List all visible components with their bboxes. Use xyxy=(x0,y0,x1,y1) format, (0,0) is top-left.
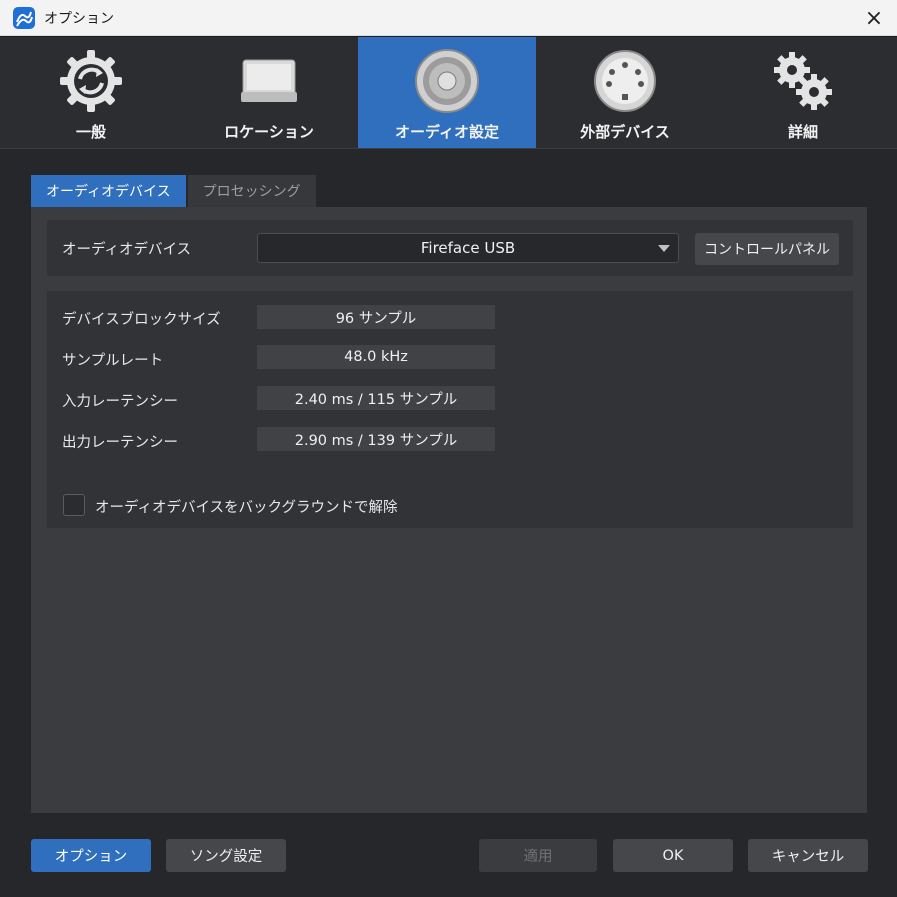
category-audio-settings[interactable]: オーディオ設定 xyxy=(358,37,536,148)
cancel-button[interactable]: キャンセル xyxy=(748,839,868,872)
close-icon: × xyxy=(864,5,884,31)
device-select[interactable]: Fireface USB xyxy=(257,233,679,263)
drive-icon xyxy=(233,47,305,115)
background-release-checkbox[interactable] xyxy=(63,494,85,516)
category-general[interactable]: 一般 xyxy=(2,37,180,148)
sample-rate-value: 48.0 kHz xyxy=(257,345,495,369)
category-bar: 一般 ロケーション オーディオ設定 外部デバイス 詳細 xyxy=(0,37,897,148)
category-label: 詳細 xyxy=(787,123,818,141)
category-locations[interactable]: ロケーション xyxy=(180,37,358,148)
chevron-down-icon xyxy=(658,245,670,252)
apply-button[interactable]: 適用 xyxy=(479,839,597,872)
output-latency-label: 出力レーテンシー xyxy=(62,435,178,451)
speaker-icon xyxy=(411,47,483,115)
device-info-panel: デバイスブロックサイズ 96 サンプル サンプルレート 48.0 kHz 入力レ… xyxy=(47,291,853,528)
background-release-label[interactable]: オーディオデバイスをバックグラウンドで解除 xyxy=(95,496,397,517)
refresh-gear-icon xyxy=(55,47,127,115)
category-advanced[interactable]: 詳細 xyxy=(714,37,892,148)
tab-audio-device[interactable]: オーディオデバイス xyxy=(31,175,186,207)
title-bar: オプション × xyxy=(0,0,897,36)
block-size-label: デバイスブロックサイズ xyxy=(62,312,221,328)
input-latency-value: 2.40 ms / 115 サンプル xyxy=(257,386,495,410)
output-latency-value: 2.90 ms / 139 サンプル xyxy=(257,427,495,451)
category-label: 一般 xyxy=(75,123,106,141)
device-label: オーディオデバイス xyxy=(62,242,192,258)
device-select-value: Fireface USB xyxy=(420,239,516,257)
gears-icon xyxy=(767,47,839,115)
sample-rate-label: サンプルレート xyxy=(62,353,164,369)
tab-bar: オーディオデバイス プロセッシング xyxy=(31,175,318,207)
category-label: オーディオ設定 xyxy=(395,123,499,141)
device-row: オーディオデバイス Fireface USB コントロールパネル xyxy=(47,220,853,276)
close-button[interactable]: × xyxy=(851,0,897,36)
control-panel-button[interactable]: コントロールパネル xyxy=(695,233,839,265)
midi-port-icon xyxy=(589,47,661,115)
main-panel: オーディオデバイス プロセッシング オーディオデバイス Fireface USB… xyxy=(0,148,897,897)
category-label: ロケーション xyxy=(224,123,314,141)
studio-one-logo-icon xyxy=(13,7,35,29)
block-size-value: 96 サンプル xyxy=(257,305,495,329)
tab-content: オーディオデバイス Fireface USB コントロールパネル デバイスブロッ… xyxy=(31,207,867,813)
window-title: オプション xyxy=(44,11,114,27)
tab-processing[interactable]: プロセッシング xyxy=(187,175,316,207)
song-settings-button[interactable]: ソング設定 xyxy=(166,839,286,872)
category-label: 外部デバイス xyxy=(580,123,670,141)
options-button[interactable]: オプション xyxy=(31,839,151,872)
ok-button[interactable]: OK xyxy=(613,839,733,872)
input-latency-label: 入力レーテンシー xyxy=(62,394,178,410)
category-external-devices[interactable]: 外部デバイス xyxy=(536,37,714,148)
